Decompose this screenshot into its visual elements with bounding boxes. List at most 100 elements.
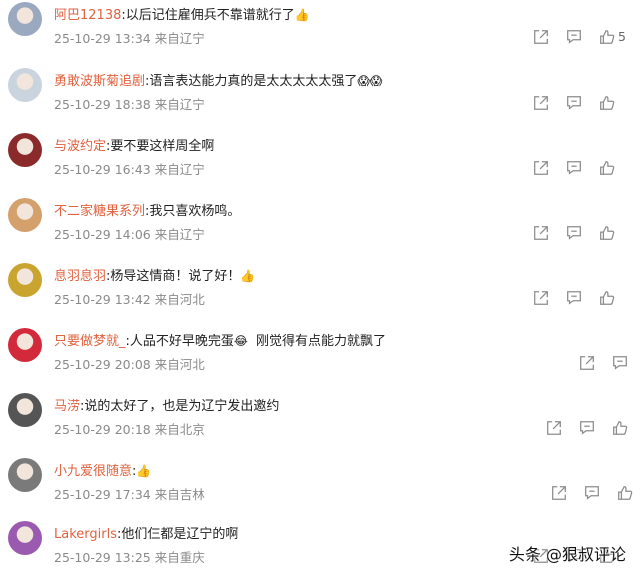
comment-icon[interactable] <box>563 157 585 179</box>
emoji: 😱😱 <box>357 74 383 88</box>
username-link[interactable]: 不二家糖果系列 <box>54 204 145 219</box>
comment-line: 与波约定:要不要这样周全啊 <box>54 137 214 156</box>
comment-line: Lakergirls:他们仨都是辽宁的啊 <box>54 525 238 544</box>
comment-meta: 25-10-29 13:34 来自辽宁 <box>54 30 205 48</box>
comment-actions <box>530 287 640 311</box>
share-icon[interactable] <box>530 92 552 114</box>
comment-actions <box>576 352 640 376</box>
comment-meta: 25-10-29 14:06 来自辽宁 <box>54 226 205 244</box>
comment-location: 来自河北 <box>154 357 205 372</box>
username-link[interactable]: 勇敢波斯菊追剧 <box>54 74 145 89</box>
comment-line: 小九爱很随意:👍 <box>54 462 151 481</box>
comment-item: 与波约定:要不要这样周全啊 25-10-29 16:43 来自辽宁 <box>0 131 640 195</box>
comment-date: 25-10-29 18:38 <box>54 97 151 112</box>
comment-icon[interactable] <box>609 352 631 374</box>
comment-line: 息羽息羽:杨导这情商！说了好！👍 <box>54 267 255 286</box>
username-link[interactable]: 阿巴12138 <box>54 8 121 23</box>
thumbs-up-icon[interactable] <box>614 482 636 504</box>
comment-meta: 25-10-29 20:08 来自河北 <box>54 356 205 374</box>
comment-meta: 25-10-29 20:18 来自北京 <box>54 421 205 439</box>
comment-item: 不二家糖果系列:我只喜欢杨鸣。 25-10-29 14:06 来自辽宁 <box>0 196 640 260</box>
comment-location: 来自辽宁 <box>154 227 205 242</box>
username-link[interactable]: 与波约定 <box>54 139 106 154</box>
comment-location: 来自北京 <box>154 422 205 437</box>
comment-text: 我只喜欢杨鸣。 <box>149 204 241 219</box>
avatar[interactable] <box>8 458 42 492</box>
comment-meta: 25-10-29 16:43 来自辽宁 <box>54 161 205 179</box>
comment-icon[interactable] <box>563 287 585 309</box>
share-icon[interactable] <box>530 287 552 309</box>
comment-meta: 25-10-29 13:25 来自重庆 <box>54 549 205 567</box>
comment-text: 杨导这情商！说了好！ <box>110 269 241 284</box>
comment-date: 25-10-29 17:34 <box>54 487 151 502</box>
comment-item: 小九爱很随意:👍 25-10-29 17:34 来自吉林 <box>0 456 640 520</box>
comment-item: 阿巴12138:以后记住雇佣兵不靠谱就行了👍 25-10-29 13:34 来自辽宁… <box>0 0 640 64</box>
comment-item: 勇敢波斯菊追剧:语言表达能力真的是太太太太太强了😱😱 25-10-29 18:38… <box>0 66 640 130</box>
comment-actions <box>530 157 640 181</box>
share-icon[interactable] <box>530 222 552 244</box>
comment-icon[interactable] <box>563 222 585 244</box>
comment-location: 来自辽宁 <box>154 97 205 112</box>
thumbs-up-icon[interactable] <box>596 157 618 179</box>
comment-actions <box>548 482 640 506</box>
username-link[interactable]: 只要做梦就_ <box>54 334 126 349</box>
avatar[interactable] <box>8 393 42 427</box>
comment-icon[interactable] <box>576 417 598 439</box>
comment-item: 息羽息羽:杨导这情商！说了好！👍 25-10-29 13:42 来自河北 <box>0 261 640 325</box>
comment-date: 25-10-29 20:18 <box>54 422 151 437</box>
avatar[interactable] <box>8 68 42 102</box>
avatar[interactable] <box>8 521 42 555</box>
share-icon[interactable] <box>543 417 565 439</box>
avatar[interactable] <box>8 198 42 232</box>
comment-text: 人品不好早晚完蛋 <box>129 334 234 349</box>
comment-meta: 25-10-29 13:42 来自河北 <box>54 291 205 309</box>
comment-date: 25-10-29 20:08 <box>54 357 151 372</box>
comment-location: 来自重庆 <box>154 550 205 565</box>
share-icon[interactable] <box>548 482 570 504</box>
avatar[interactable] <box>8 263 42 297</box>
comment-meta: 25-10-29 18:38 来自辽宁 <box>54 96 205 114</box>
comment-line: 勇敢波斯菊追剧:语言表达能力真的是太太太太太强了😱😱 <box>54 72 382 91</box>
username-link[interactable]: 小九爱很随意 <box>54 464 132 479</box>
comment-location: 来自辽宁 <box>154 162 205 177</box>
emoji: 👍 <box>136 464 152 478</box>
like-count: 5 <box>618 29 626 44</box>
watermark: 头条 @狠叔评论 <box>508 545 626 564</box>
emoji: 😂 <box>233 334 248 348</box>
avatar[interactable] <box>8 328 42 362</box>
comment-date: 25-10-29 14:06 <box>54 227 151 242</box>
avatar[interactable] <box>8 2 42 36</box>
comment-line: 不二家糖果系列:我只喜欢杨鸣。 <box>54 202 240 221</box>
comment-meta: 25-10-29 17:34 来自吉林 <box>54 486 205 504</box>
comment-actions: 5 <box>530 26 640 50</box>
comment-text: 语言表达能力真的是太太太太太强了 <box>149 74 358 89</box>
emoji: 👍 <box>294 8 310 22</box>
comment-icon[interactable] <box>581 482 603 504</box>
avatar[interactable] <box>8 133 42 167</box>
thumbs-up-icon[interactable] <box>609 417 631 439</box>
thumbs-up-icon[interactable] <box>596 92 618 114</box>
thumbs-up-icon[interactable] <box>596 26 618 48</box>
comment-date: 25-10-29 13:42 <box>54 292 151 307</box>
comment-icon[interactable] <box>563 26 585 48</box>
comment-location: 来自河北 <box>154 292 205 307</box>
comment-text: 他们仨都是辽宁的啊 <box>121 527 239 542</box>
comment-item: 马涝:说的太好了，也是为辽宁发出邀约 25-10-29 20:18 来自北京 <box>0 391 640 455</box>
comment-line: 只要做梦就_:人品不好早晚完蛋😂 刚觉得有点能力就飘了 <box>54 332 386 351</box>
thumbs-up-icon[interactable] <box>596 222 618 244</box>
comment-date: 25-10-29 13:34 <box>54 31 151 46</box>
share-icon[interactable] <box>530 157 552 179</box>
comment-actions <box>543 417 640 441</box>
comment-text: 说的太好了，也是为辽宁发出邀约 <box>84 399 280 414</box>
share-icon[interactable] <box>530 26 552 48</box>
comment-line: 阿巴12138:以后记住雇佣兵不靠谱就行了👍 <box>54 6 310 25</box>
thumbs-up-icon[interactable] <box>596 287 618 309</box>
comment-actions <box>530 92 640 116</box>
username-link[interactable]: 马涝 <box>54 399 80 414</box>
username-link[interactable]: 息羽息羽 <box>54 269 106 284</box>
username-link[interactable]: Lakergirls <box>54 527 117 542</box>
comment-text-continued: 刚觉得有点能力就飘了 <box>255 334 386 349</box>
comment-icon[interactable] <box>563 92 585 114</box>
share-icon[interactable] <box>576 352 598 374</box>
comment-location: 来自辽宁 <box>154 31 205 46</box>
